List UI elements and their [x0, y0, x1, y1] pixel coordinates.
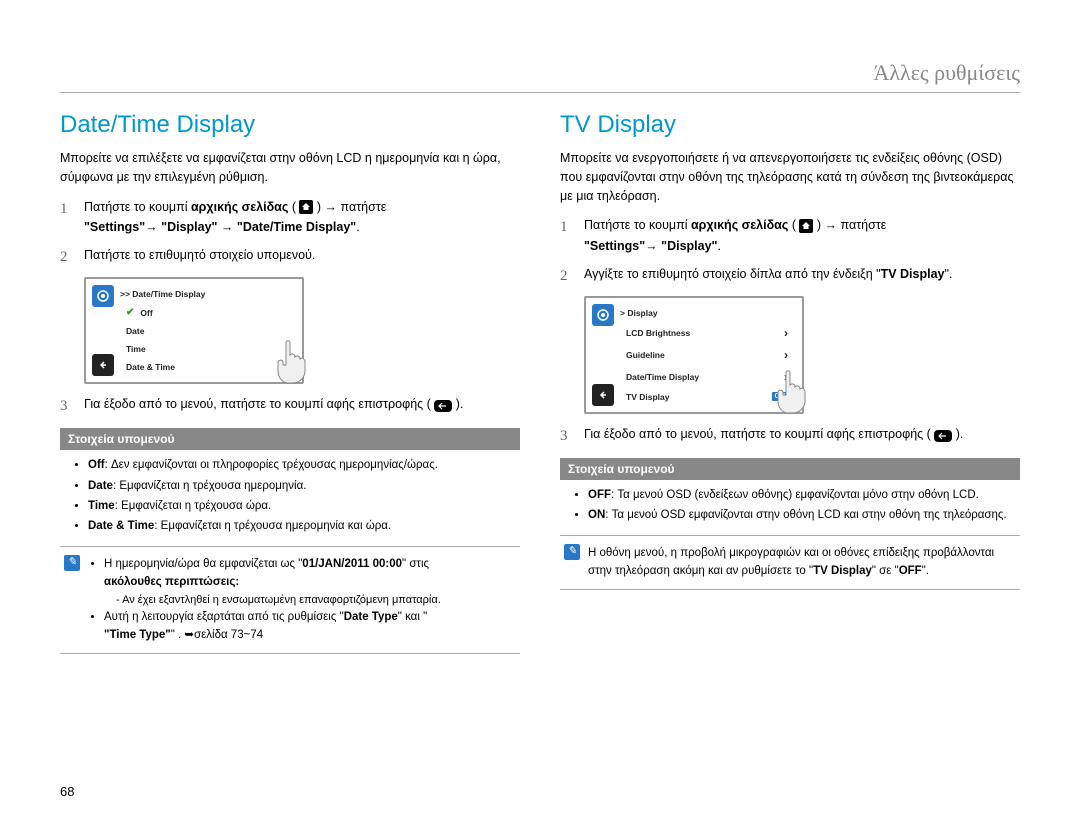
- home-icon: [299, 197, 313, 217]
- step-number: 2: [60, 245, 74, 269]
- touch-hand-icon: [768, 367, 812, 422]
- home-icon: [799, 216, 813, 236]
- step-3-left: 3 Για έξοδο από το μενού, πατήστε το κου…: [60, 394, 520, 418]
- step-1-right: 1 Πατήστε το κουμπί αρχικής σελίδας ( ) …: [560, 215, 1020, 256]
- step-number: 3: [60, 394, 74, 418]
- menu-item-guideline[interactable]: Guideline›: [618, 344, 796, 366]
- intro-right: Μπορείτε να ενεργοποιήσετε ή να απενεργο…: [560, 149, 1020, 205]
- page-header: Άλλες ρυθμίσεις: [60, 60, 1020, 92]
- step-3-right: 3 Για έξοδο από το μενού, πατήστε το κου…: [560, 424, 1020, 448]
- chevron-right-icon: ›: [784, 348, 788, 362]
- back-icon: [934, 425, 952, 445]
- section-title-tv: TV Display: [560, 111, 1020, 139]
- submenu-bullets-right: OFF: Τα μενού OSD (ενδείξεων οθόνης) εμφ…: [560, 486, 1020, 525]
- note-box-right: ✎ Η οθόνη μενού, η προβολή μικρογραφιών …: [560, 535, 1020, 590]
- section-title-datetime: Date/Time Display: [60, 111, 520, 139]
- left-column: Date/Time Display Μπορείτε να επιλέξετε …: [60, 111, 520, 654]
- back-icon: [592, 384, 614, 406]
- submenu-title-right: Στοιχεία υπομενού: [560, 458, 1020, 480]
- step-2-right: 2 Αγγίξτε το επιθυμητό στοιχείο δίπλα απ…: [560, 264, 1020, 288]
- back-icon: [434, 395, 452, 415]
- step-number: 1: [60, 197, 74, 238]
- menu-item-off[interactable]: ✔Off: [118, 303, 296, 322]
- submenu-bullets-left: Off: Δεν εμφανίζονται οι πληροφορίες τρέ…: [60, 456, 520, 536]
- divider: [60, 92, 1020, 93]
- submenu-title-left: Στοιχεία υπομενού: [60, 428, 520, 450]
- note-icon: ✎: [564, 544, 580, 560]
- intro-left: Μπορείτε να επιλέξετε να εμφανίζεται στη…: [60, 149, 520, 187]
- note-icon: ✎: [64, 555, 80, 571]
- check-icon: ✔: [126, 307, 134, 318]
- step-number: 3: [560, 424, 574, 448]
- settings-gear-icon: [92, 285, 114, 307]
- note-box-left: ✎ Η ημερομηνία/ώρα θα εμφανίζεται ως "01…: [60, 546, 520, 654]
- settings-gear-icon: [592, 304, 614, 326]
- back-icon: [92, 354, 114, 376]
- step-1-left: 1 Πατήστε το κουμπί αρχικής σελίδας ( ) …: [60, 197, 520, 238]
- step-number: 2: [560, 264, 574, 288]
- right-column: TV Display Μπορείτε να ενεργοποιήσετε ή …: [560, 111, 1020, 654]
- datetime-menu-screenshot: >> Date/Time Display ✔Off Date Time Date…: [84, 277, 304, 384]
- page-number: 68: [60, 784, 74, 799]
- chevron-right-icon: ›: [784, 326, 788, 340]
- menu-title: >> Date/Time Display: [118, 285, 296, 303]
- step-number: 1: [560, 215, 574, 256]
- menu-item-brightness[interactable]: LCD Brightness›: [618, 322, 796, 344]
- touch-hand-icon: [268, 337, 312, 392]
- display-menu-screenshot: > Display LCD Brightness› Guideline› Dat…: [584, 296, 804, 414]
- step-2-left: 2 Πατήστε το επιθυμητό στοιχείο υπομενού…: [60, 245, 520, 269]
- menu-title: > Display: [618, 304, 796, 322]
